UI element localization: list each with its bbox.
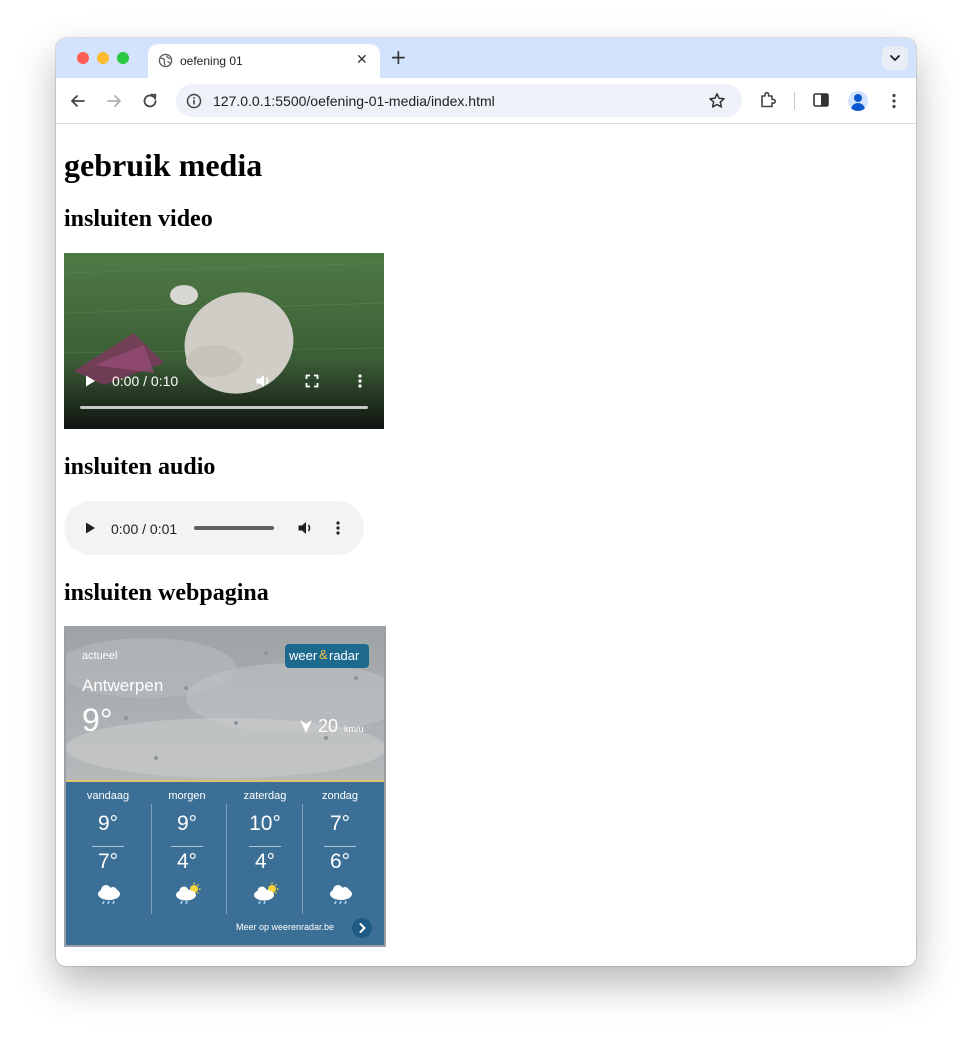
- forecast-min-temp: 4°: [254, 850, 276, 873]
- close-window-button[interactable]: [77, 52, 89, 64]
- page-heading: gebruik media: [64, 147, 263, 183]
- forward-arrow-icon[interactable]: [104, 91, 124, 111]
- video-time: 0:00 / 0:10: [112, 373, 179, 389]
- forecast-day: zondag 7° 6°: [302, 782, 378, 922]
- video-frame-image: [64, 253, 384, 429]
- close-tab-icon[interactable]: ✕: [356, 51, 368, 68]
- weather-more-link[interactable]: Meer op weerenradar.be: [236, 922, 334, 932]
- audio-play-icon[interactable]: [82, 520, 98, 536]
- audio-volume-icon[interactable]: [296, 519, 314, 537]
- forecast-min-temp: 6°: [329, 850, 351, 873]
- forecast-max-temp: 7°: [329, 812, 351, 835]
- audio-player: 0:00 / 0:01: [64, 501, 364, 555]
- profile-avatar-icon[interactable]: [848, 91, 868, 111]
- video-fullscreen-icon[interactable]: [304, 373, 320, 389]
- site-info-icon[interactable]: [186, 93, 202, 109]
- forecast-day-name: zaterdag: [243, 790, 287, 802]
- forecast-day: zaterdag 10° 4°: [227, 782, 303, 922]
- logo-word-radar: radar: [329, 648, 360, 663]
- weerenradar-logo[interactable]: weer & radar: [285, 644, 369, 668]
- side-panel-icon[interactable]: [812, 91, 830, 109]
- forecast-max-temp: 9°: [97, 812, 119, 835]
- tab-search-button[interactable]: [882, 46, 908, 70]
- sun-cloud-rain-icon: [254, 882, 279, 905]
- sun-cloud-rain-icon: [176, 882, 201, 905]
- minimize-window-button[interactable]: [97, 52, 109, 64]
- address-bar[interactable]: 127.0.0.1:5500/oefening-01-media/index.h…: [176, 84, 742, 117]
- cloud-rain-icon: [98, 885, 120, 905]
- wind-unit: km/u: [344, 724, 364, 734]
- weather-current-temp: 9°: [82, 702, 113, 738]
- wind-speed: 20: [318, 716, 339, 736]
- video-progress-bar[interactable]: [80, 406, 368, 409]
- forecast-max-temp: 9°: [176, 812, 198, 835]
- forecast-min-temp: 4°: [176, 850, 198, 873]
- forecast-temp-divider: [171, 846, 203, 847]
- audio-progress-bar[interactable]: [194, 526, 274, 530]
- cloud-rain-icon: [330, 885, 352, 905]
- new-tab-icon[interactable]: +: [390, 46, 407, 68]
- video-player[interactable]: 0:00 / 0:10: [64, 253, 384, 429]
- forecast-day: morgen 9° 4°: [149, 782, 225, 922]
- forecast-temp-divider: [92, 846, 124, 847]
- forecast-day-name: morgen: [168, 790, 206, 802]
- weather-iframe[interactable]: actueel weer & radar Antwerpen 9° 20 km/…: [64, 626, 386, 947]
- page-content: gebruik media insluiten video 0:00 / 0:1…: [56, 125, 916, 966]
- chevron-right-icon: [359, 923, 366, 933]
- audio-time: 0:00 / 0:01: [111, 521, 178, 537]
- audio-more-icon[interactable]: [330, 519, 346, 537]
- tab-strip: oefening 01 ✕ +: [56, 38, 916, 78]
- chevron-down-icon: [890, 55, 900, 62]
- tab-title: oefening 01: [180, 54, 243, 68]
- weather-forecast-panel: vandaag 9° 7° morgen 9° 4° zaterdag 10° …: [66, 782, 384, 945]
- weather-current-panel: actueel weer & radar Antwerpen 9° 20 km/…: [66, 628, 384, 780]
- weather-more-button[interactable]: [352, 918, 372, 938]
- bookmark-star-icon[interactable]: [708, 92, 726, 110]
- audio-heading: insluiten audio: [64, 454, 216, 480]
- forecast-temp-divider: [324, 846, 356, 847]
- webpage-heading: insluiten webpagina: [64, 580, 269, 606]
- forecast-day: vandaag 9° 7°: [70, 782, 146, 922]
- weather-current-label: actueel: [82, 650, 118, 662]
- toolbar-divider: [794, 92, 795, 110]
- maximize-window-button[interactable]: [117, 52, 129, 64]
- weather-city: Antwerpen: [82, 676, 164, 695]
- back-arrow-icon[interactable]: [68, 91, 88, 111]
- video-play-icon[interactable]: [82, 373, 98, 389]
- forecast-day-name: vandaag: [86, 790, 130, 802]
- forecast-day-name: zondag: [321, 790, 359, 802]
- menu-dots-icon[interactable]: [884, 91, 904, 111]
- extensions-icon[interactable]: [758, 90, 778, 110]
- url-text: 127.0.0.1:5500/oefening-01-media/index.h…: [213, 93, 495, 109]
- forecast-max-temp: 10°: [249, 812, 281, 835]
- browser-window: oefening 01 ✕ + 127.0.0.1:5500/oefening-…: [56, 38, 916, 966]
- logo-ampersand: &: [319, 647, 328, 662]
- reload-icon[interactable]: [140, 91, 160, 111]
- video-heading: insluiten video: [64, 206, 213, 232]
- wind-direction-icon: [300, 720, 312, 733]
- video-more-icon[interactable]: [352, 372, 368, 390]
- logo-word-weer: weer: [289, 648, 318, 663]
- browser-toolbar: 127.0.0.1:5500/oefening-01-media/index.h…: [56, 78, 916, 124]
- tab-oefening-01[interactable]: oefening 01 ✕: [148, 44, 380, 78]
- forecast-temp-divider: [249, 846, 281, 847]
- video-volume-icon[interactable]: [254, 372, 272, 390]
- forecast-min-temp: 7°: [97, 850, 119, 873]
- globe-icon: [158, 53, 173, 68]
